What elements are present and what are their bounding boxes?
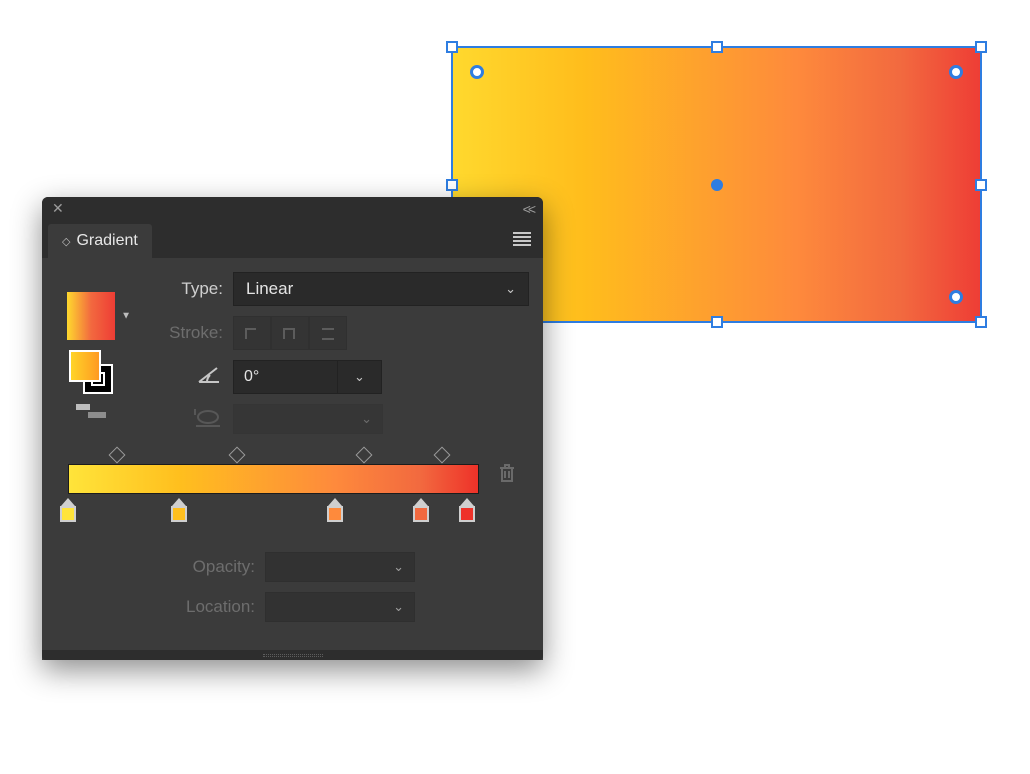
chevron-down-icon: ⌄ xyxy=(505,281,516,297)
reverse-gradient-button[interactable] xyxy=(76,404,106,424)
angle-input[interactable]: 0° xyxy=(233,360,338,394)
expand-icon: ◇ xyxy=(62,235,70,248)
resize-handle-t[interactable] xyxy=(711,41,723,53)
stroke-gradient-mode xyxy=(233,316,347,350)
gradient-panel: ✕ << ◇ Gradient ▼ Typ xyxy=(42,197,543,660)
chevron-down-icon: ⌄ xyxy=(393,599,404,615)
corner-radius-handle-br[interactable] xyxy=(949,290,963,304)
opacity-label: Opacity: xyxy=(170,557,255,577)
gradient-preview-swatch[interactable]: ▼ xyxy=(67,292,115,340)
type-select[interactable]: Linear ⌄ xyxy=(233,272,529,306)
gradient-color-stop[interactable] xyxy=(59,498,77,522)
resize-handle-tr[interactable] xyxy=(975,41,987,53)
angle-icon xyxy=(138,364,223,391)
gradient-midpoint[interactable] xyxy=(109,447,126,464)
panel-resize-grip[interactable] xyxy=(42,650,543,660)
gradient-midpoint[interactable] xyxy=(355,447,372,464)
resize-handle-b[interactable] xyxy=(711,316,723,328)
collapse-icon[interactable]: << xyxy=(523,201,533,217)
resize-handle-l[interactable] xyxy=(446,179,458,191)
location-select: ⌄ xyxy=(265,592,415,622)
stroke-label: Stroke: xyxy=(138,323,223,343)
fill-stroke-toggle[interactable] xyxy=(69,350,113,394)
stroke-mode-along[interactable] xyxy=(271,316,309,350)
gradient-color-stop[interactable] xyxy=(412,498,430,522)
resize-handle-tl[interactable] xyxy=(446,41,458,53)
gradient-ramp[interactable] xyxy=(68,464,479,494)
type-value: Linear xyxy=(246,279,293,299)
aspect-ratio-icon xyxy=(138,406,223,433)
gradient-color-stop[interactable] xyxy=(170,498,188,522)
corner-radius-handle-tl[interactable] xyxy=(470,65,484,79)
resize-handle-br[interactable] xyxy=(975,316,987,328)
gradient-midpoint[interactable] xyxy=(434,447,451,464)
location-label: Location: xyxy=(170,597,255,617)
angle-dropdown[interactable]: ⌄ xyxy=(338,360,382,394)
panel-menu-icon[interactable] xyxy=(513,220,543,258)
opacity-select: ⌄ xyxy=(265,552,415,582)
tab-gradient[interactable]: ◇ Gradient xyxy=(48,224,152,258)
fill-swatch[interactable] xyxy=(69,350,101,382)
panel-titlebar[interactable]: ✕ << xyxy=(42,197,543,220)
center-point[interactable] xyxy=(711,179,723,191)
gradient-slider[interactable] xyxy=(56,452,529,528)
swatch-dropdown-icon[interactable]: ▼ xyxy=(121,311,131,322)
panel-tabs: ◇ Gradient xyxy=(42,220,543,258)
close-icon[interactable]: ✕ xyxy=(52,200,64,217)
gradient-color-stop[interactable] xyxy=(326,498,344,522)
corner-radius-handle-tr[interactable] xyxy=(949,65,963,79)
type-label: Type: xyxy=(138,279,223,299)
chevron-down-icon: ⌄ xyxy=(393,559,404,575)
resize-handle-r[interactable] xyxy=(975,179,987,191)
chevron-down-icon: ⌄ xyxy=(354,369,365,385)
angle-value: 0° xyxy=(244,368,259,386)
aspect-ratio-select: ⌄ xyxy=(233,404,383,434)
gradient-midpoint[interactable] xyxy=(228,447,245,464)
tab-label: Gradient xyxy=(76,232,137,250)
chevron-down-icon: ⌄ xyxy=(361,411,372,427)
delete-stop-icon[interactable] xyxy=(497,462,517,487)
stroke-mode-across[interactable] xyxy=(309,316,347,350)
gradient-color-stop[interactable] xyxy=(458,498,476,522)
stroke-mode-within[interactable] xyxy=(233,316,271,350)
